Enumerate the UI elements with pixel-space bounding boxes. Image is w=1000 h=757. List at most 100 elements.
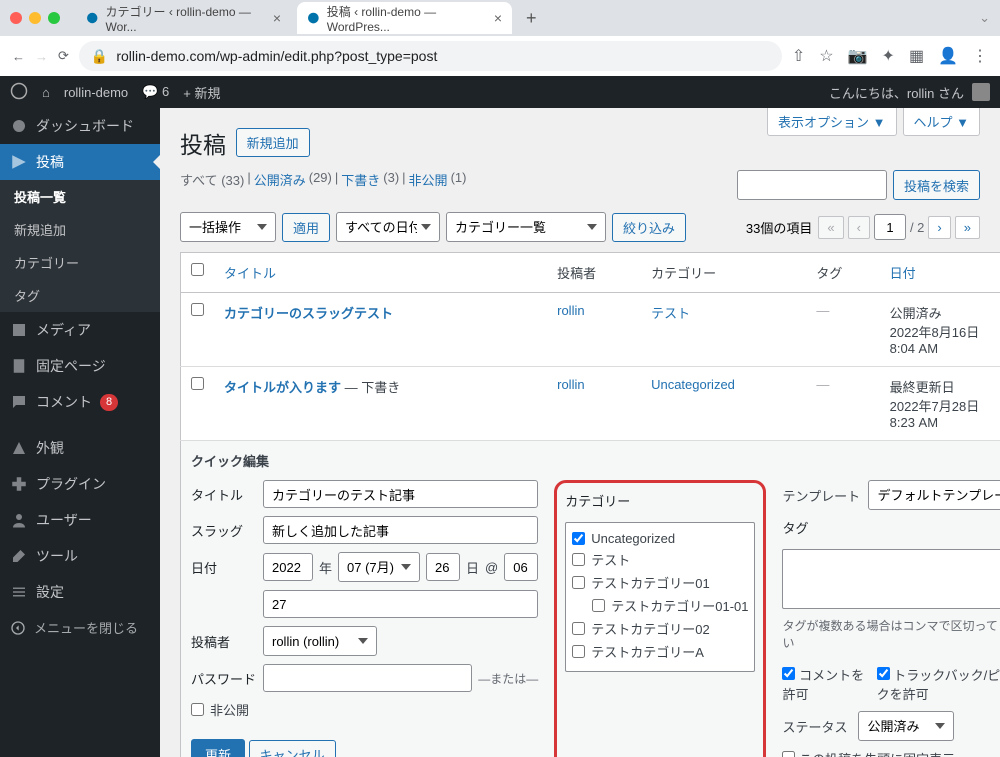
category-checklist[interactable]: Uncategorized テスト テストカテゴリー01 テストカテゴリー01-… [565,522,755,672]
qe-status-select[interactable]: 公開済み [858,711,954,741]
page-title: 投稿 [180,114,226,164]
cat-option[interactable] [572,622,585,635]
qe-min[interactable] [263,590,538,618]
menu-pages[interactable]: 固定ページ [0,348,160,384]
add-tab-button[interactable]: + [518,8,545,29]
window-controls [10,12,60,24]
wp-admin-bar: ⌂ rollin-demo 💬 6 + 新規 こんにちは、rollin さん [0,76,1000,108]
update-button[interactable]: 更新 [191,739,245,757]
pagination: « ‹ / 2 › » [818,214,980,240]
select-all-checkbox[interactable] [191,263,204,276]
prev-page[interactable]: ‹ [848,216,870,239]
menu-settings[interactable]: 設定 [0,574,160,610]
menu-icon[interactable]: ⋮ [972,46,988,66]
admin-sidebar: ダッシュボード 投稿 投稿一覧 新規追加 カテゴリー タグ メディア 固定ページ… [0,108,160,757]
qe-day[interactable] [426,553,460,581]
menu-tools[interactable]: ツール [0,538,160,574]
qe-private-checkbox[interactable] [191,703,204,716]
row-checkbox[interactable] [191,303,204,316]
share-icon[interactable]: ⇧ [792,46,805,66]
wordpress-logo-icon[interactable] [10,82,28,103]
post-title-link[interactable]: タイトルが入ります [224,380,341,395]
qe-year[interactable] [263,553,313,581]
submenu-categories[interactable]: カテゴリー [0,246,160,279]
qe-hour[interactable] [504,553,538,581]
date-filter-select[interactable]: すべての日付 [336,212,440,242]
sticky-checkbox[interactable] [782,751,795,757]
filter-button[interactable]: 絞り込み [612,213,686,242]
allow-comments-checkbox[interactable] [782,667,795,680]
author-link[interactable]: rollin [557,303,584,318]
submenu-all-posts[interactable]: 投稿一覧 [0,180,160,213]
bulk-action-select[interactable]: 一括操作 [180,212,276,242]
search-posts-button[interactable]: 投稿を検索 [893,170,980,200]
post-title-link[interactable]: カテゴリーのスラッグテスト [224,306,393,321]
filter-published[interactable]: 公開済み [254,170,306,200]
apps-icon[interactable]: ▦ [909,46,924,66]
category-filter-select[interactable]: カテゴリー一覧 [446,212,606,242]
reload-icon[interactable]: ⟳ [58,48,69,64]
submenu-new-post[interactable]: 新規追加 [0,213,160,246]
extensions-icon[interactable]: ✦ [882,46,895,66]
star-icon[interactable]: ☆ [819,46,833,66]
allow-pings-checkbox[interactable] [877,667,890,680]
forward-icon[interactable]: → [35,49,48,64]
qe-tags-input[interactable] [782,549,1000,609]
last-page[interactable]: » [955,216,980,239]
address-bar[interactable]: 🔒rollin-demo.com/wp-admin/edit.php?post_… [79,41,782,71]
back-icon[interactable]: ← [12,49,25,64]
cat-option[interactable] [592,599,605,612]
search-input[interactable] [737,170,887,200]
col-date[interactable]: 日付 [890,266,916,281]
help-button[interactable]: ヘルプ ▼ [903,108,980,136]
filter-draft[interactable]: 下書き [341,170,380,200]
comments-icon[interactable]: 💬 6 [142,84,169,100]
lock-icon: 🔒 [91,48,108,65]
qe-template-select[interactable]: デフォルトテンプレート [868,480,1000,510]
qe-month[interactable]: 07 (7月) [338,552,420,582]
menu-users[interactable]: ユーザー [0,502,160,538]
qe-author-select[interactable]: rollin (rollin) [263,626,377,656]
apply-button[interactable]: 適用 [282,213,330,242]
category-link[interactable]: Uncategorized [651,377,735,392]
next-page[interactable]: › [928,216,950,239]
menu-comments[interactable]: コメント8 [0,384,160,420]
cancel-button[interactable]: キャンセル [249,740,336,757]
home-icon[interactable]: ⌂ [42,85,50,100]
menu-media[interactable]: メディア [0,312,160,348]
browser-chrome: カテゴリー ‹ rollin-demo — Wor...× 投稿 ‹ rolli… [0,0,1000,76]
row-checkbox[interactable] [191,377,204,390]
camera-icon[interactable]: 📷 [848,46,868,66]
menu-plugins[interactable]: プラグイン [0,466,160,502]
avatar-icon[interactable] [972,83,990,101]
chevron-down-icon[interactable]: ⌄ [979,10,1000,26]
browser-tab-inactive[interactable]: カテゴリー ‹ rollin-demo — Wor...× [76,2,291,34]
qe-slug-input[interactable] [263,516,538,544]
profile-icon[interactable]: 👤 [938,46,958,66]
cat-option[interactable] [572,645,585,658]
current-page-input[interactable] [874,214,906,240]
site-name-link[interactable]: rollin-demo [64,85,128,100]
greeting[interactable]: こんにちは、rollin さん [829,83,964,102]
filter-private[interactable]: 非公開 [409,170,448,200]
add-new-button[interactable]: 新規追加 [236,128,310,157]
qe-title-input[interactable] [263,480,538,508]
first-page[interactable]: « [818,216,843,239]
screen-options-button[interactable]: 表示オプション ▼ [767,108,896,136]
author-link[interactable]: rollin [557,377,584,392]
menu-appearance[interactable]: 外観 [0,430,160,466]
cat-option[interactable] [572,553,585,566]
menu-dashboard[interactable]: ダッシュボード [0,108,160,144]
col-title[interactable]: タイトル [224,266,276,281]
collapse-menu[interactable]: メニューを閉じる [0,610,160,645]
browser-tab-active[interactable]: 投稿 ‹ rollin-demo — WordPres...× [297,2,512,34]
submenu-tags[interactable]: タグ [0,279,160,312]
category-link[interactable]: テスト [651,306,690,321]
menu-posts[interactable]: 投稿 [0,144,160,180]
posts-table: タイトル 投稿者 カテゴリー タグ 日付 カテゴリーのスラッグテスト rolli… [180,252,1000,757]
qe-password-input[interactable] [263,664,472,692]
cat-option[interactable] [572,576,585,589]
cat-option[interactable] [572,532,585,545]
new-content-button[interactable]: + 新規 [183,83,220,102]
col-tags: タグ [806,253,879,293]
